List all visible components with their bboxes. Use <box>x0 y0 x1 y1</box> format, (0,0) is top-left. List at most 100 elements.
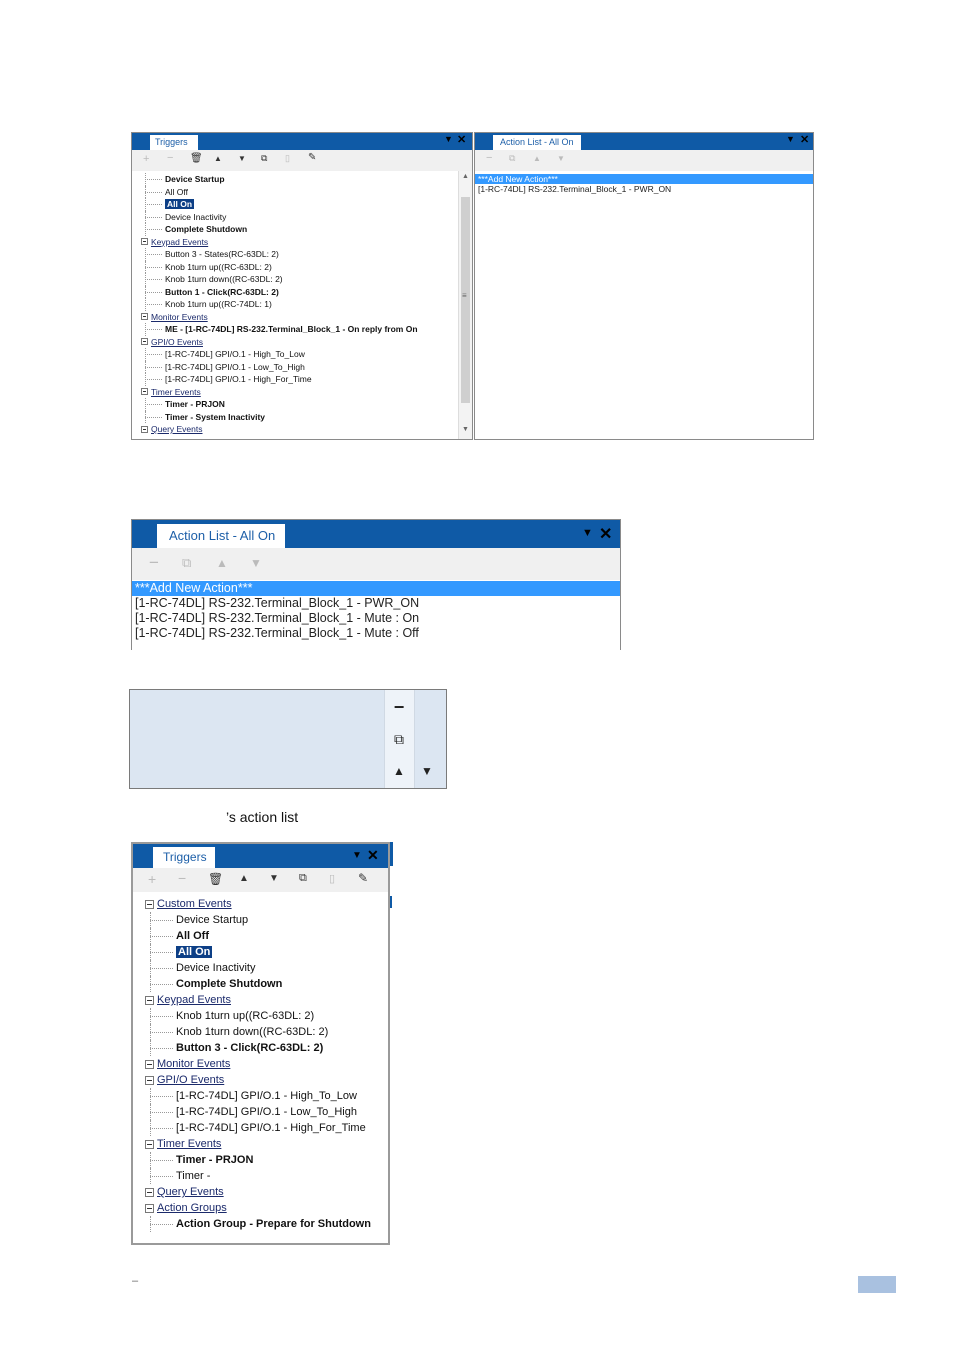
copy-icon[interactable]: ⧉ <box>261 153 267 164</box>
delete-icon[interactable]: 🗑 <box>190 153 203 164</box>
move-up-button[interactable]: ▲ <box>388 760 410 782</box>
tree-item[interactable]: Button 3 - States(RC-63DL: 2) <box>165 248 279 261</box>
scroll-down-icon[interactable]: ▼ <box>462 426 469 433</box>
action-row[interactable]: [1-RC-74DL] RS-232.Terminal_Block_1 - PW… <box>132 596 620 611</box>
remove-icon[interactable]: − <box>178 870 186 886</box>
delete-icon[interactable]: 🗑 <box>208 872 223 886</box>
tree-item[interactable]: Knob 1turn up((RC-63DL: 2) <box>165 261 272 274</box>
action-row[interactable]: [1-RC-74DL] RS-232.Terminal_Block_1 - PW… <box>475 184 813 194</box>
tree-item[interactable]: Timer - PRJON <box>165 398 225 411</box>
dropdown-icon[interactable]: ▼ <box>444 134 453 144</box>
copy-button[interactable]: ⧉ <box>388 728 410 750</box>
tree-item[interactable]: [1-RC-74DL] GPI/O.1 - Low_To_High <box>165 361 305 374</box>
remove-button[interactable]: − <box>388 696 410 718</box>
tree-item[interactable]: Knob 1turn up((RC-74DL: 1) <box>165 298 272 311</box>
collapse-icon[interactable] <box>145 1139 154 1149</box>
tree-item[interactable]: Knob 1turn down((RC-63DL: 2) <box>165 273 283 286</box>
tree-group[interactable]: Keypad Events <box>151 236 208 249</box>
collapse-icon[interactable] <box>145 995 154 1005</box>
tree-item[interactable]: Device Inactivity <box>165 211 226 224</box>
move-up-icon[interactable]: ▲ <box>533 154 541 163</box>
collapse-icon[interactable] <box>141 238 148 246</box>
copy-icon[interactable]: ⧉ <box>299 872 307 885</box>
tree-item[interactable]: Action Group - Prepare for Shutdown <box>176 1216 371 1232</box>
tree-item[interactable]: Device Inactivity <box>176 960 255 976</box>
tree-item[interactable]: Device Startup <box>176 912 248 928</box>
tree-item[interactable]: Knob 1turn down((RC-63DL: 2) <box>176 1024 328 1040</box>
collapse-icon[interactable] <box>141 425 148 433</box>
action-row[interactable]: [1-RC-74DL] RS-232.Terminal_Block_1 - Mu… <box>132 611 620 626</box>
collapse-icon[interactable] <box>145 1187 154 1197</box>
move-up-icon[interactable]: ▲ <box>216 556 228 570</box>
move-up-icon[interactable]: ▲ <box>214 154 222 163</box>
tree-group[interactable]: GPI/O Events <box>151 336 203 349</box>
add-new-action-row[interactable]: ***Add New Action*** <box>132 581 620 596</box>
tree-item[interactable]: [1-RC-74DL] GPI/O.1 - Low_To_High <box>176 1104 357 1120</box>
collapse-icon[interactable] <box>141 388 148 396</box>
tree-group[interactable]: Timer Events <box>151 386 201 399</box>
move-down-icon[interactable]: ▼ <box>238 154 246 163</box>
add-new-action-row[interactable]: ***Add New Action*** <box>475 174 813 184</box>
tree-group[interactable]: GPI/O Events <box>157 1072 224 1088</box>
tree-item[interactable]: [1-RC-74DL] GPI/O.1 - High_For_Time <box>176 1120 366 1136</box>
tree-group[interactable]: Keypad Events <box>157 992 231 1008</box>
action-row[interactable]: [1-RC-74DL] RS-232.Terminal_Block_1 - Mu… <box>132 626 620 641</box>
scrollbar[interactable]: ▲ ≡ ▼ <box>458 171 472 439</box>
scroll-thumb[interactable] <box>461 197 470 403</box>
tree-item[interactable]: Knob 1turn up((RC-63DL: 2) <box>176 1008 314 1024</box>
move-down-button[interactable]: ▼ <box>416 760 438 782</box>
tree-group[interactable]: Monitor Events <box>157 1056 230 1072</box>
tree-item[interactable]: [1-RC-74DL] GPI/O.1 - High_To_Low <box>176 1088 357 1104</box>
edit-icon[interactable]: ✎ <box>308 152 316 163</box>
collapse-icon[interactable] <box>145 1075 154 1085</box>
collapse-icon[interactable] <box>145 1203 154 1213</box>
remove-icon[interactable]: − <box>486 152 492 164</box>
tree-item[interactable]: ME - [1-RC-74DL] RS-232.Terminal_Block_1… <box>165 323 418 336</box>
move-down-icon[interactable]: ▼ <box>269 873 279 884</box>
dropdown-icon[interactable]: ▼ <box>352 850 362 861</box>
dropdown-icon[interactable]: ▼ <box>786 134 795 144</box>
remove-icon[interactable]: − <box>149 553 159 573</box>
tree-item[interactable]: Complete Shutdown <box>165 223 247 236</box>
collapse-icon[interactable] <box>141 338 148 346</box>
tab-triggers-large[interactable]: Triggers <box>153 847 215 868</box>
paste-icon[interactable]: ▯ <box>285 153 290 164</box>
move-down-icon[interactable]: ▼ <box>557 154 565 163</box>
tree-item[interactable]: Timer - System Inactivity <box>165 411 265 424</box>
tree-group[interactable]: Query Events <box>157 1184 224 1200</box>
tree-item[interactable]: All Off <box>165 186 188 199</box>
close-icon[interactable]: ✕ <box>599 524 612 544</box>
tab-triggers[interactable]: Triggers <box>150 135 198 150</box>
move-up-icon[interactable]: ▲ <box>239 873 249 884</box>
close-icon[interactable]: ✕ <box>457 133 466 146</box>
tree-item[interactable]: Timer - PRJON <box>176 1152 253 1168</box>
remove-icon[interactable]: − <box>167 152 173 164</box>
tree-item[interactable]: [1-RC-74DL] GPI/O.1 - High_For_Time <box>165 373 312 386</box>
close-icon[interactable]: ✕ <box>367 847 379 864</box>
tree-group[interactable]: Custom Events <box>157 896 232 912</box>
tree-item[interactable]: Complete Shutdown <box>176 976 282 992</box>
edit-icon[interactable]: ✎ <box>358 871 368 885</box>
tree-item[interactable]: All On <box>176 944 213 960</box>
scroll-up-icon[interactable]: ▲ <box>462 173 469 180</box>
collapse-icon[interactable] <box>145 1059 154 1069</box>
tree-item[interactable]: All On <box>165 198 195 211</box>
tab-action-list[interactable]: Action List - All On <box>493 135 581 150</box>
tree-item[interactable]: Button 1 - Click(RC-63DL: 2) <box>165 286 279 299</box>
tree-group[interactable]: Query Events <box>151 423 203 436</box>
tree-item[interactable]: Button 3 - Click(RC-63DL: 2) <box>176 1040 323 1056</box>
tree-group[interactable]: Monitor Events <box>151 311 208 324</box>
tree-item[interactable]: [1-RC-74DL] GPI/O.1 - High_To_Low <box>165 348 305 361</box>
dropdown-icon[interactable]: ▼ <box>582 527 593 539</box>
move-down-icon[interactable]: ▼ <box>250 556 262 570</box>
tree-group[interactable]: Action Groups <box>157 1200 227 1216</box>
tab-action-list-large[interactable]: Action List - All On <box>157 524 285 548</box>
tree-group[interactable]: Timer Events <box>157 1136 221 1152</box>
collapse-icon[interactable] <box>145 899 154 909</box>
copy-icon[interactable]: ⧉ <box>182 555 191 571</box>
add-icon[interactable]: + <box>143 153 149 165</box>
copy-icon[interactable]: ⧉ <box>509 153 515 164</box>
collapse-icon[interactable] <box>141 313 148 321</box>
tree-item[interactable]: Device Startup <box>165 173 225 186</box>
add-icon[interactable]: + <box>148 871 156 887</box>
